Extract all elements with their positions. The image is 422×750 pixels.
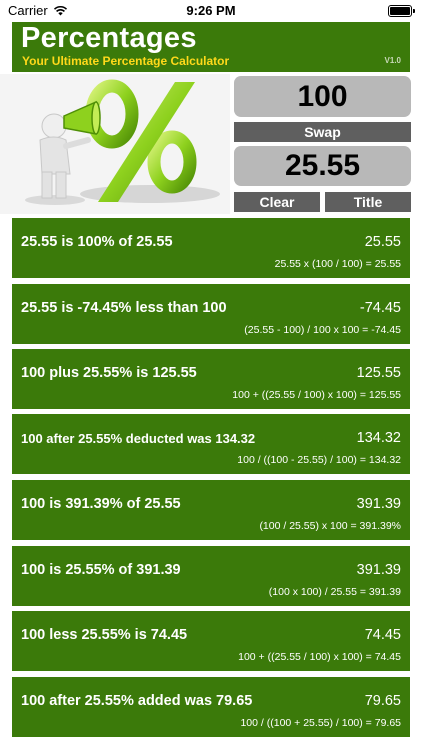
result-statement: 100 after 25.55% added was 79.65 bbox=[21, 693, 253, 709]
result-statement: 100 after 25.55% deducted was 134.32 bbox=[21, 431, 256, 446]
result-value: 79.65 bbox=[364, 693, 401, 709]
clear-button[interactable]: Clear bbox=[234, 192, 320, 212]
result-value: 25.55 bbox=[364, 234, 401, 250]
value-b-input[interactable]: 25.55 bbox=[234, 146, 411, 186]
app-version: V1.0 bbox=[384, 56, 401, 65]
result-statement: 100 plus 25.55% is 125.55 bbox=[21, 365, 197, 381]
battery-icon bbox=[388, 5, 415, 17]
result-formula: 100 / ((100 - 25.55) / 100) = 134.32 bbox=[237, 454, 401, 466]
result-value: -74.45 bbox=[359, 300, 401, 316]
result-value: 391.39 bbox=[356, 496, 401, 512]
result-statement: 25.55 is -74.45% less than 100 bbox=[21, 300, 227, 316]
result-value: 134.32 bbox=[356, 430, 401, 446]
percent-megaphone-icon bbox=[25, 79, 220, 205]
app-header: Percentages Your Ultimate Percentage Cal… bbox=[12, 22, 410, 72]
status-bar: Carrier 9:26 PM bbox=[0, 0, 422, 22]
hero-illustration bbox=[0, 74, 230, 214]
result-statement: 100 less 25.55% is 74.45 bbox=[21, 627, 188, 643]
result-value: 391.39 bbox=[356, 562, 401, 578]
result-card[interactable]: 100 is 391.39% of 25.55 391.39 (100 / 25… bbox=[12, 480, 410, 540]
result-value: 74.45 bbox=[364, 627, 401, 643]
result-value: 125.55 bbox=[356, 365, 401, 381]
result-card[interactable]: 25.55 is -74.45% less than 100 -74.45 (2… bbox=[12, 284, 410, 344]
title-button[interactable]: Title bbox=[325, 192, 411, 212]
result-formula: 100 + ((25.55 / 100) x 100) = 125.55 bbox=[232, 389, 401, 401]
result-card[interactable]: 100 is 25.55% of 391.39 391.39 (100 x 10… bbox=[12, 546, 410, 606]
result-card[interactable]: 100 plus 25.55% is 125.55 125.55 100 + (… bbox=[12, 349, 410, 409]
result-card[interactable]: 100 after 25.55% added was 79.65 79.65 1… bbox=[12, 677, 410, 737]
value-a-input[interactable]: 100 bbox=[234, 76, 411, 117]
result-statement: 100 is 391.39% of 25.55 bbox=[21, 496, 181, 512]
swap-button[interactable]: Swap bbox=[234, 122, 411, 142]
result-formula: (100 x 100) / 25.55 = 391.39 bbox=[268, 586, 401, 598]
status-time: 9:26 PM bbox=[186, 3, 236, 18]
result-formula: (25.55 - 100) / 100 x 100 = -74.45 bbox=[244, 324, 401, 336]
result-statement: 25.55 is 100% of 25.55 bbox=[21, 234, 173, 250]
result-card[interactable]: 100 after 25.55% deducted was 134.32 134… bbox=[12, 414, 410, 474]
result-statement: 100 is 25.55% of 391.39 bbox=[21, 562, 181, 578]
app-subtitle: Your Ultimate Percentage Calculator bbox=[22, 54, 230, 68]
result-formula: 100 / ((100 + 25.55) / 100) = 79.65 bbox=[240, 717, 401, 729]
result-formula: 25.55 x (100 / 100) = 25.55 bbox=[274, 258, 401, 270]
app-title: Percentages bbox=[21, 22, 197, 54]
result-formula: 100 + ((25.55 / 100) x 100) = 74.45 bbox=[238, 651, 401, 663]
result-card[interactable]: 100 less 25.55% is 74.45 74.45 100 + ((2… bbox=[12, 611, 410, 671]
result-formula: (100 / 25.55) x 100 = 391.39% bbox=[259, 520, 401, 532]
result-card[interactable]: 25.55 is 100% of 25.55 25.55 25.55 x (10… bbox=[12, 218, 410, 278]
